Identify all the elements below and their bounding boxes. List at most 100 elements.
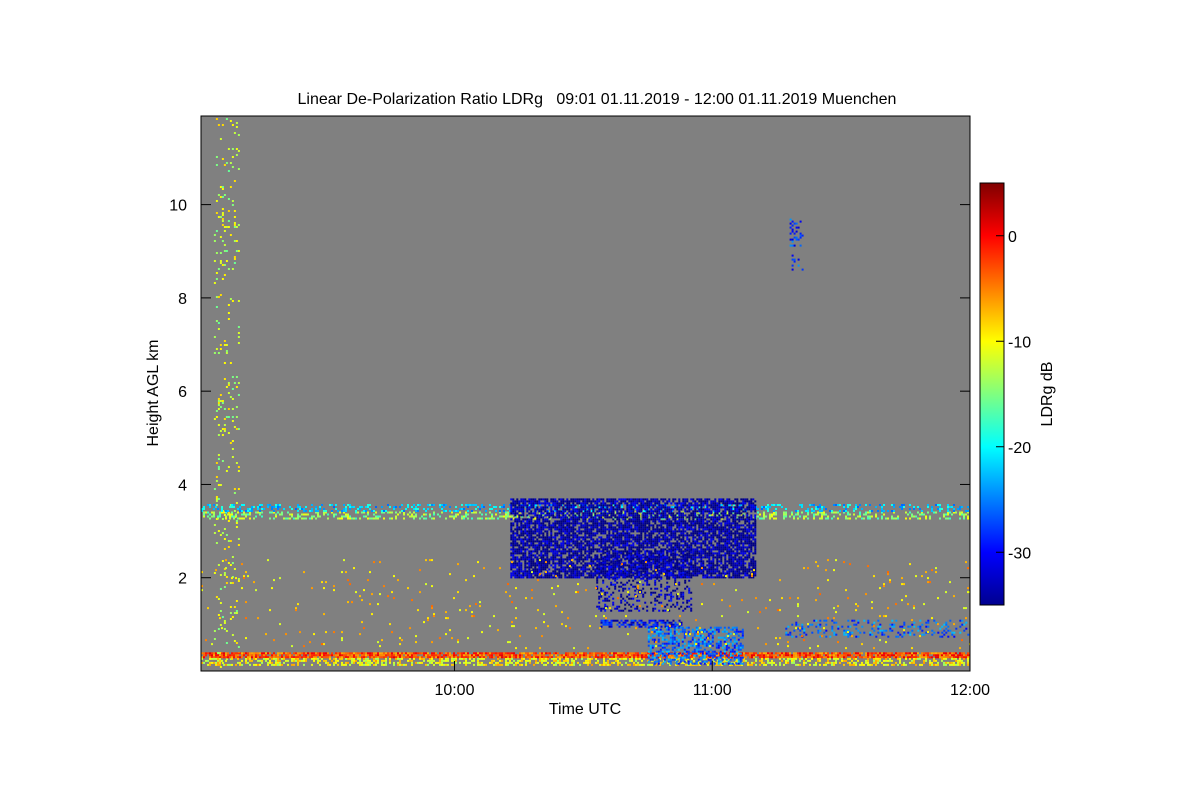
ldr-cell — [600, 506, 603, 509]
ldr-cell — [586, 572, 589, 575]
ldr-cell — [524, 530, 527, 533]
ldr-cell — [867, 511, 869, 514]
ldr-cell — [571, 657, 573, 660]
ldr-cell — [552, 552, 555, 555]
ldr-cell — [626, 508, 629, 511]
ldr-cell — [219, 262, 222, 264]
ldr-cell — [604, 570, 607, 573]
ldr-cell — [630, 552, 633, 555]
ldr-cell — [544, 498, 547, 501]
ldr-cell — [564, 558, 567, 561]
ldr-cell — [544, 518, 547, 521]
ldr-cell — [205, 652, 207, 655]
ldr-cell — [297, 661, 299, 664]
ldr-cell — [221, 656, 223, 659]
ldr-cell — [865, 656, 867, 659]
ldr-cell — [255, 657, 257, 660]
ldr-cell — [582, 516, 585, 519]
ldr-cell — [253, 663, 255, 666]
ldr-cell — [594, 514, 597, 517]
ldr-cell — [503, 515, 505, 518]
ldr-cell — [556, 572, 559, 575]
ldr-cell — [598, 550, 601, 553]
ldr-cell — [598, 570, 601, 573]
ldr-cell — [893, 504, 895, 506]
ldr-cell — [576, 538, 579, 541]
ldr-cell — [813, 654, 815, 657]
ldr-cell — [613, 657, 615, 660]
ldr-cell — [301, 508, 303, 510]
ldr-cell — [586, 544, 589, 547]
ldr-cell — [443, 504, 445, 506]
ldr-cell — [574, 528, 577, 531]
ldr-cell — [528, 564, 531, 567]
ldr-cell — [815, 661, 817, 664]
ldr-cell — [588, 540, 591, 543]
ldr-cell — [873, 661, 875, 664]
ldr-cell — [632, 500, 635, 503]
ldr-cell — [215, 416, 218, 418]
ldr-cell — [568, 536, 571, 539]
ldr-cell — [363, 657, 365, 660]
ldr-cell — [524, 502, 527, 505]
ldr-cell — [624, 534, 627, 537]
ldr-cell — [473, 659, 475, 662]
ldr-cell — [516, 538, 519, 541]
ldr-cell — [831, 652, 833, 655]
ldr-cell — [209, 517, 211, 520]
ldr-cell — [626, 504, 629, 507]
ldr-cell — [277, 506, 279, 508]
ldr-cell — [582, 524, 585, 527]
ldr-cell — [538, 508, 541, 511]
ldr-cell — [542, 568, 545, 571]
ldr-cell — [610, 522, 613, 525]
ldr-cell — [510, 552, 513, 555]
ldr-cell — [461, 654, 463, 657]
ldr-cell — [289, 656, 291, 659]
ldr-cell — [919, 508, 921, 510]
ldr-cell — [558, 568, 561, 571]
ldr-cell — [833, 663, 835, 666]
ldr-cell — [349, 652, 351, 655]
ldr-cell — [518, 574, 521, 577]
ldr-cell — [369, 654, 371, 657]
ldr-cell — [939, 506, 941, 508]
ldr-cell — [519, 654, 521, 657]
ldr-cell — [628, 546, 631, 549]
ldr-cell — [911, 515, 913, 518]
ldr-cell — [441, 504, 443, 506]
ldr-cell — [580, 532, 583, 535]
ldr-cell — [455, 657, 457, 660]
ldr-cell — [546, 498, 549, 501]
ldr-cell — [787, 654, 789, 657]
ldr-cell — [343, 652, 345, 655]
ldr-cell — [576, 512, 579, 515]
ldr-cell — [477, 663, 479, 666]
ldr-cell — [211, 657, 213, 660]
ldr-cell — [630, 504, 633, 507]
ldr-cell — [497, 652, 499, 655]
ldr-cell — [592, 546, 595, 549]
ldr-cell — [213, 508, 215, 510]
ldr-cell — [538, 524, 541, 527]
ldr-cell — [785, 511, 787, 514]
ldr-cell — [524, 500, 527, 503]
ldr-cell — [590, 538, 593, 541]
ldr-cell — [755, 663, 757, 666]
ldr-cell — [626, 498, 629, 501]
ldr-cell — [585, 652, 587, 655]
ldr-cell — [407, 504, 409, 506]
ldr-cell — [620, 502, 623, 505]
ldr-cell — [570, 556, 573, 559]
ldr-cell — [269, 504, 271, 506]
ldr-cell — [548, 550, 551, 553]
ldr-cell — [536, 546, 539, 549]
ldr-cell — [387, 504, 389, 506]
ldr-cell — [233, 504, 235, 506]
ldr-cell — [235, 522, 238, 524]
ldr-cell — [536, 530, 539, 533]
ldr-cell — [215, 652, 217, 655]
ldr-cell — [570, 538, 573, 541]
ldr-cell — [520, 548, 523, 551]
ldr-cell — [532, 568, 535, 571]
